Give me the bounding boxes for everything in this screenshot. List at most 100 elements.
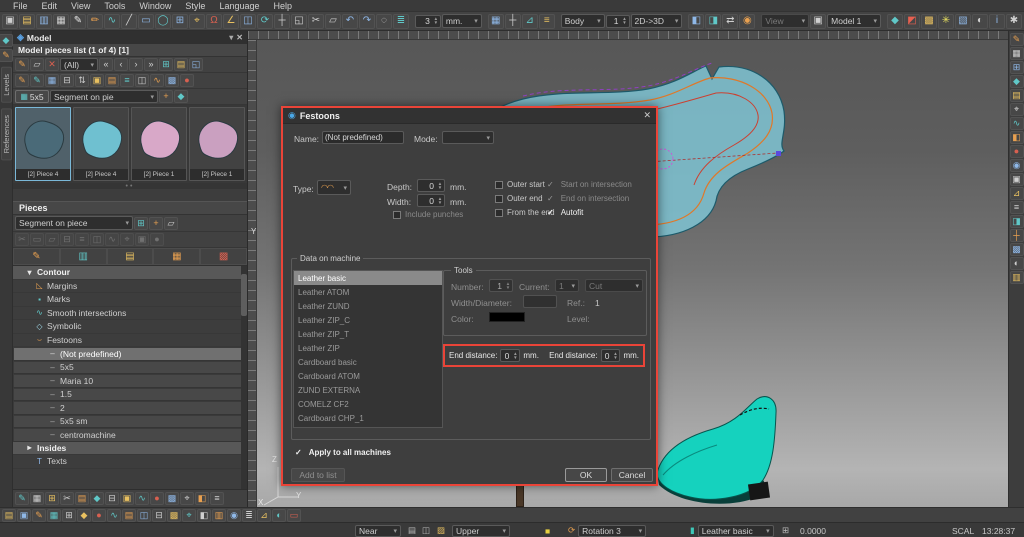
scissors-icon[interactable]: ✂: [308, 14, 324, 29]
menu-item[interactable]: Style: [178, 1, 212, 11]
autofit-option[interactable]: Autofit: [547, 208, 583, 217]
view-3d-icon[interactable]: ◨: [705, 14, 721, 29]
gem-yellow-icon[interactable]: ◆: [77, 509, 91, 522]
tree-scrollbar-thumb[interactable]: [241, 274, 247, 316]
highlight-icon[interactable]: ▣: [90, 74, 104, 87]
cut-tool-icon[interactable]: ✂: [15, 233, 29, 246]
piece-thumbnail[interactable]: [2] Piece 1: [131, 107, 187, 181]
copies-spinner[interactable]: 1: [606, 15, 630, 28]
wave-tool-icon[interactable]: ∿: [105, 233, 119, 246]
draw-tab-icon[interactable]: ✎: [13, 248, 60, 265]
machine-item[interactable]: Leather ZIP: [294, 341, 442, 355]
dot-icon[interactable]: ●: [1010, 145, 1024, 158]
wave-icon[interactable]: ∿: [150, 74, 164, 87]
dot-tool-icon[interactable]: ●: [150, 233, 164, 246]
half-icon[interactable]: ◧: [197, 509, 211, 522]
panel-close-icon[interactable]: ✕: [236, 33, 243, 42]
scale-icon[interactable]: ◱: [291, 14, 307, 29]
capture-icon[interactable]: ▣: [810, 14, 826, 29]
segment-dropdown-short[interactable]: Segment on pie: [50, 90, 158, 103]
tree-item[interactable]: ◺ Margins: [13, 280, 247, 294]
width-diameter-input[interactable]: [523, 295, 557, 308]
colors-tab-icon[interactable]: ▩: [200, 248, 247, 265]
prev-piece-icon[interactable]: ‹: [114, 58, 128, 71]
rect-tool-icon[interactable]: ▭: [30, 233, 44, 246]
diamond-icon[interactable]: ◆: [90, 492, 104, 505]
view-2d-icon[interactable]: ◧: [688, 14, 704, 29]
ortho-icon[interactable]: ⊿: [522, 14, 538, 29]
menu-item[interactable]: File: [6, 1, 35, 11]
checkbox-icon[interactable]: [495, 195, 503, 203]
checkbox-icon[interactable]: [495, 181, 503, 189]
open-folder-icon[interactable]: ▤: [19, 14, 35, 29]
shoe-last-3d[interactable]: [645, 385, 785, 507]
freehand-curve-icon[interactable]: ∿: [104, 14, 120, 29]
stack-icon[interactable]: ≣: [242, 509, 256, 522]
end-distance-spinner-2[interactable]: 0: [601, 349, 621, 362]
columns-tab-icon[interactable]: ▥: [60, 248, 107, 265]
tree-item[interactable]: ‒ (Not predefined): [13, 347, 247, 361]
layers-icon[interactable]: ≣: [393, 14, 409, 29]
current-dropdown[interactable]: 1: [555, 279, 579, 292]
plus-grid-icon[interactable]: ⊞: [62, 509, 76, 522]
status-grid-icon[interactable]: ⊞: [782, 524, 789, 537]
minus-tool-icon[interactable]: ⊟: [60, 233, 74, 246]
grid-toggle-icon[interactable]: ▦: [488, 14, 504, 29]
status-list-icon[interactable]: ▤: [408, 524, 416, 537]
new-document-icon[interactable]: ▣: [2, 14, 18, 29]
segment-on-piece-dropdown[interactable]: Segment on piece: [15, 216, 133, 230]
rectangle-icon[interactable]: ▭: [138, 14, 154, 29]
plus-grid-icon[interactable]: ⊞: [45, 492, 59, 505]
machine-item[interactable]: Cardboard ATOM: [294, 369, 442, 383]
tree-item[interactable]: ‒ 5x5 sm: [13, 415, 247, 429]
tree-item[interactable]: ⌣ Festoons: [13, 334, 247, 348]
grid-size-button[interactable]: ▦ 5x5: [15, 90, 49, 103]
copy-tool-icon[interactable]: ▱: [45, 233, 59, 246]
grid-gray-icon[interactable]: ▦: [30, 492, 44, 505]
spinner-arrows-icon[interactable]: [611, 352, 619, 360]
near-dropdown[interactable]: Near: [355, 524, 401, 537]
move-icon[interactable]: ┼: [274, 14, 290, 29]
rect-red-icon[interactable]: ▭: [287, 509, 301, 522]
material-icon[interactable]: ◩: [904, 14, 920, 29]
checkbox-icon[interactable]: [393, 211, 401, 219]
list-view-icon[interactable]: ▤: [174, 58, 188, 71]
machine-item[interactable]: COMELZ CF2: [294, 397, 442, 411]
grid-icon[interactable]: ▦: [1010, 47, 1024, 60]
menu-item[interactable]: Help: [266, 1, 299, 11]
list-orange-icon[interactable]: ▤: [122, 509, 136, 522]
spinner-arrows-icon[interactable]: [432, 17, 440, 25]
include-punches-checkbox[interactable]: Include punches: [393, 210, 463, 219]
mirror-icon[interactable]: ◫: [137, 509, 151, 522]
hatch-yellow-icon[interactable]: ▩: [167, 509, 181, 522]
tree-item[interactable]: ‒ Maria 10: [13, 374, 247, 388]
shade-icon[interactable]: ◐: [272, 509, 286, 522]
wave-icon[interactable]: ∿: [1010, 117, 1024, 130]
pencil-icon[interactable]: ✎: [32, 509, 46, 522]
segment-copy-icon[interactable]: ▱: [164, 217, 178, 230]
circle-icon[interactable]: ◯: [155, 14, 171, 29]
minus-box-icon[interactable]: ⊟: [105, 492, 119, 505]
cut-dropdown[interactable]: Cut: [585, 279, 643, 292]
side-tab[interactable]: References: [1, 108, 12, 160]
minus-icon[interactable]: ⊟: [152, 509, 166, 522]
next-piece-icon[interactable]: ›: [129, 58, 143, 71]
reorder-icon[interactable]: ⇅: [75, 74, 89, 87]
machine-item[interactable]: Cardboard CHP_1: [294, 411, 442, 425]
status-columns-icon[interactable]: ◫: [422, 524, 430, 537]
spinner-arrows-icon[interactable]: [504, 282, 512, 290]
cross-icon[interactable]: ┼: [1010, 229, 1024, 242]
pen-icon[interactable]: ✏: [87, 14, 103, 29]
segment-options-icon[interactable]: ◆: [174, 90, 188, 103]
target-icon[interactable]: ⌖: [180, 492, 194, 505]
checkbox-icon[interactable]: [495, 209, 503, 217]
grid-view-icon[interactable]: ⊞: [159, 58, 173, 71]
view-dropdown[interactable]: View: [761, 14, 809, 28]
info-icon[interactable]: i: [989, 14, 1005, 29]
rotation-dropdown[interactable]: ⟳ Rotation 3: [568, 524, 646, 537]
dot-red-icon[interactable]: ●: [150, 492, 164, 505]
half2-icon[interactable]: ◨: [1010, 215, 1024, 228]
tree-item[interactable]: ▾ Contour: [13, 266, 247, 280]
machine-item[interactable]: Leather ZIP_C: [294, 313, 442, 327]
box-tool-icon[interactable]: ▣: [135, 233, 149, 246]
